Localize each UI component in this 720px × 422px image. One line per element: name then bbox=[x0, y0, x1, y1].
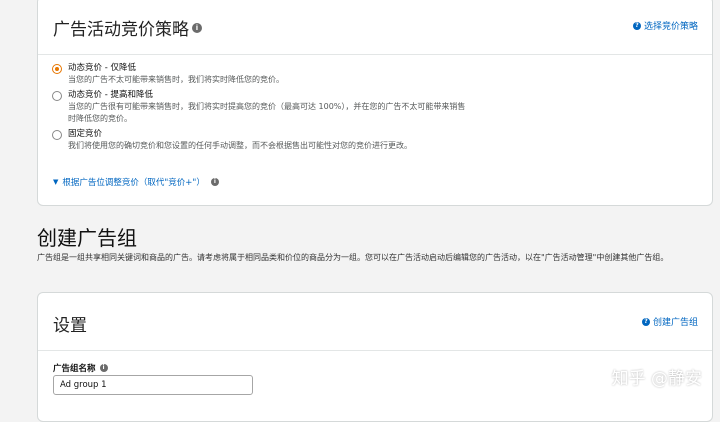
radio-fixed-bids[interactable] bbox=[52, 130, 62, 140]
question-icon: ? bbox=[632, 21, 641, 30]
bidding-strategy-title: 广告活动竞价策略 i bbox=[53, 15, 202, 40]
settings-card: 设置 ? 创建广告组 广告组名称 i bbox=[37, 292, 713, 422]
option-dynamic-down-only[interactable]: 动态竞价 - 仅降低 当您的广告不太可能带来销售时，我们将实时降低您的竞价。 bbox=[52, 63, 702, 86]
adjust-bids-by-placement-toggle[interactable]: ▼ 根据广告位调整竞价（取代"竞价+"） i bbox=[53, 176, 219, 188]
option-fixed-bids[interactable]: 固定竞价 我们将使用您的确切竞价和您设置的任何手动调整，而不会根据售出可能性对您… bbox=[52, 129, 702, 152]
info-icon[interactable]: i bbox=[192, 22, 202, 33]
ad-group-name-label: 广告组名称 i bbox=[53, 362, 108, 374]
info-icon[interactable]: i bbox=[99, 364, 108, 372]
info-icon[interactable]: i bbox=[210, 178, 219, 186]
settings-title: 设置 bbox=[53, 316, 87, 336]
bidding-options: 动态竞价 - 仅降低 当您的广告不太可能带来销售时，我们将实时降低您的竞价。 动… bbox=[52, 63, 702, 156]
question-icon: ? bbox=[641, 317, 650, 326]
choose-bidding-strategy-link[interactable]: ? 选择竞价策略 bbox=[632, 19, 698, 32]
chevron-down-icon: ▼ bbox=[53, 178, 59, 186]
radio-dynamic-up-down[interactable] bbox=[52, 91, 62, 101]
bidding-strategy-header: 广告活动竞价策略 i ? 选择竞价策略 bbox=[38, 0, 712, 55]
ad-group-name-input[interactable] bbox=[53, 375, 253, 395]
create-ad-group-title: 创建广告组 bbox=[37, 226, 137, 250]
settings-header: 设置 ? 创建广告组 bbox=[38, 293, 712, 351]
create-ad-group-help-link[interactable]: ? 创建广告组 bbox=[641, 315, 698, 328]
radio-dynamic-down-only[interactable] bbox=[52, 64, 62, 74]
create-ad-group-description: 广告组是一组共享相同关键词和商品的广告。请考虑将属于相同品类和价位的商品分为一组… bbox=[37, 253, 669, 262]
watermark: 知乎 @静安 bbox=[611, 369, 702, 389]
bidding-strategy-card: 广告活动竞价策略 i ? 选择竞价策略 动态竞价 - 仅降低 当您的广告不太可能… bbox=[37, 0, 713, 206]
option-dynamic-up-down[interactable]: 动态竞价 - 提高和降低 当您的广告很有可能带来销售时，我们将实时提高您的竞价（… bbox=[52, 90, 702, 125]
